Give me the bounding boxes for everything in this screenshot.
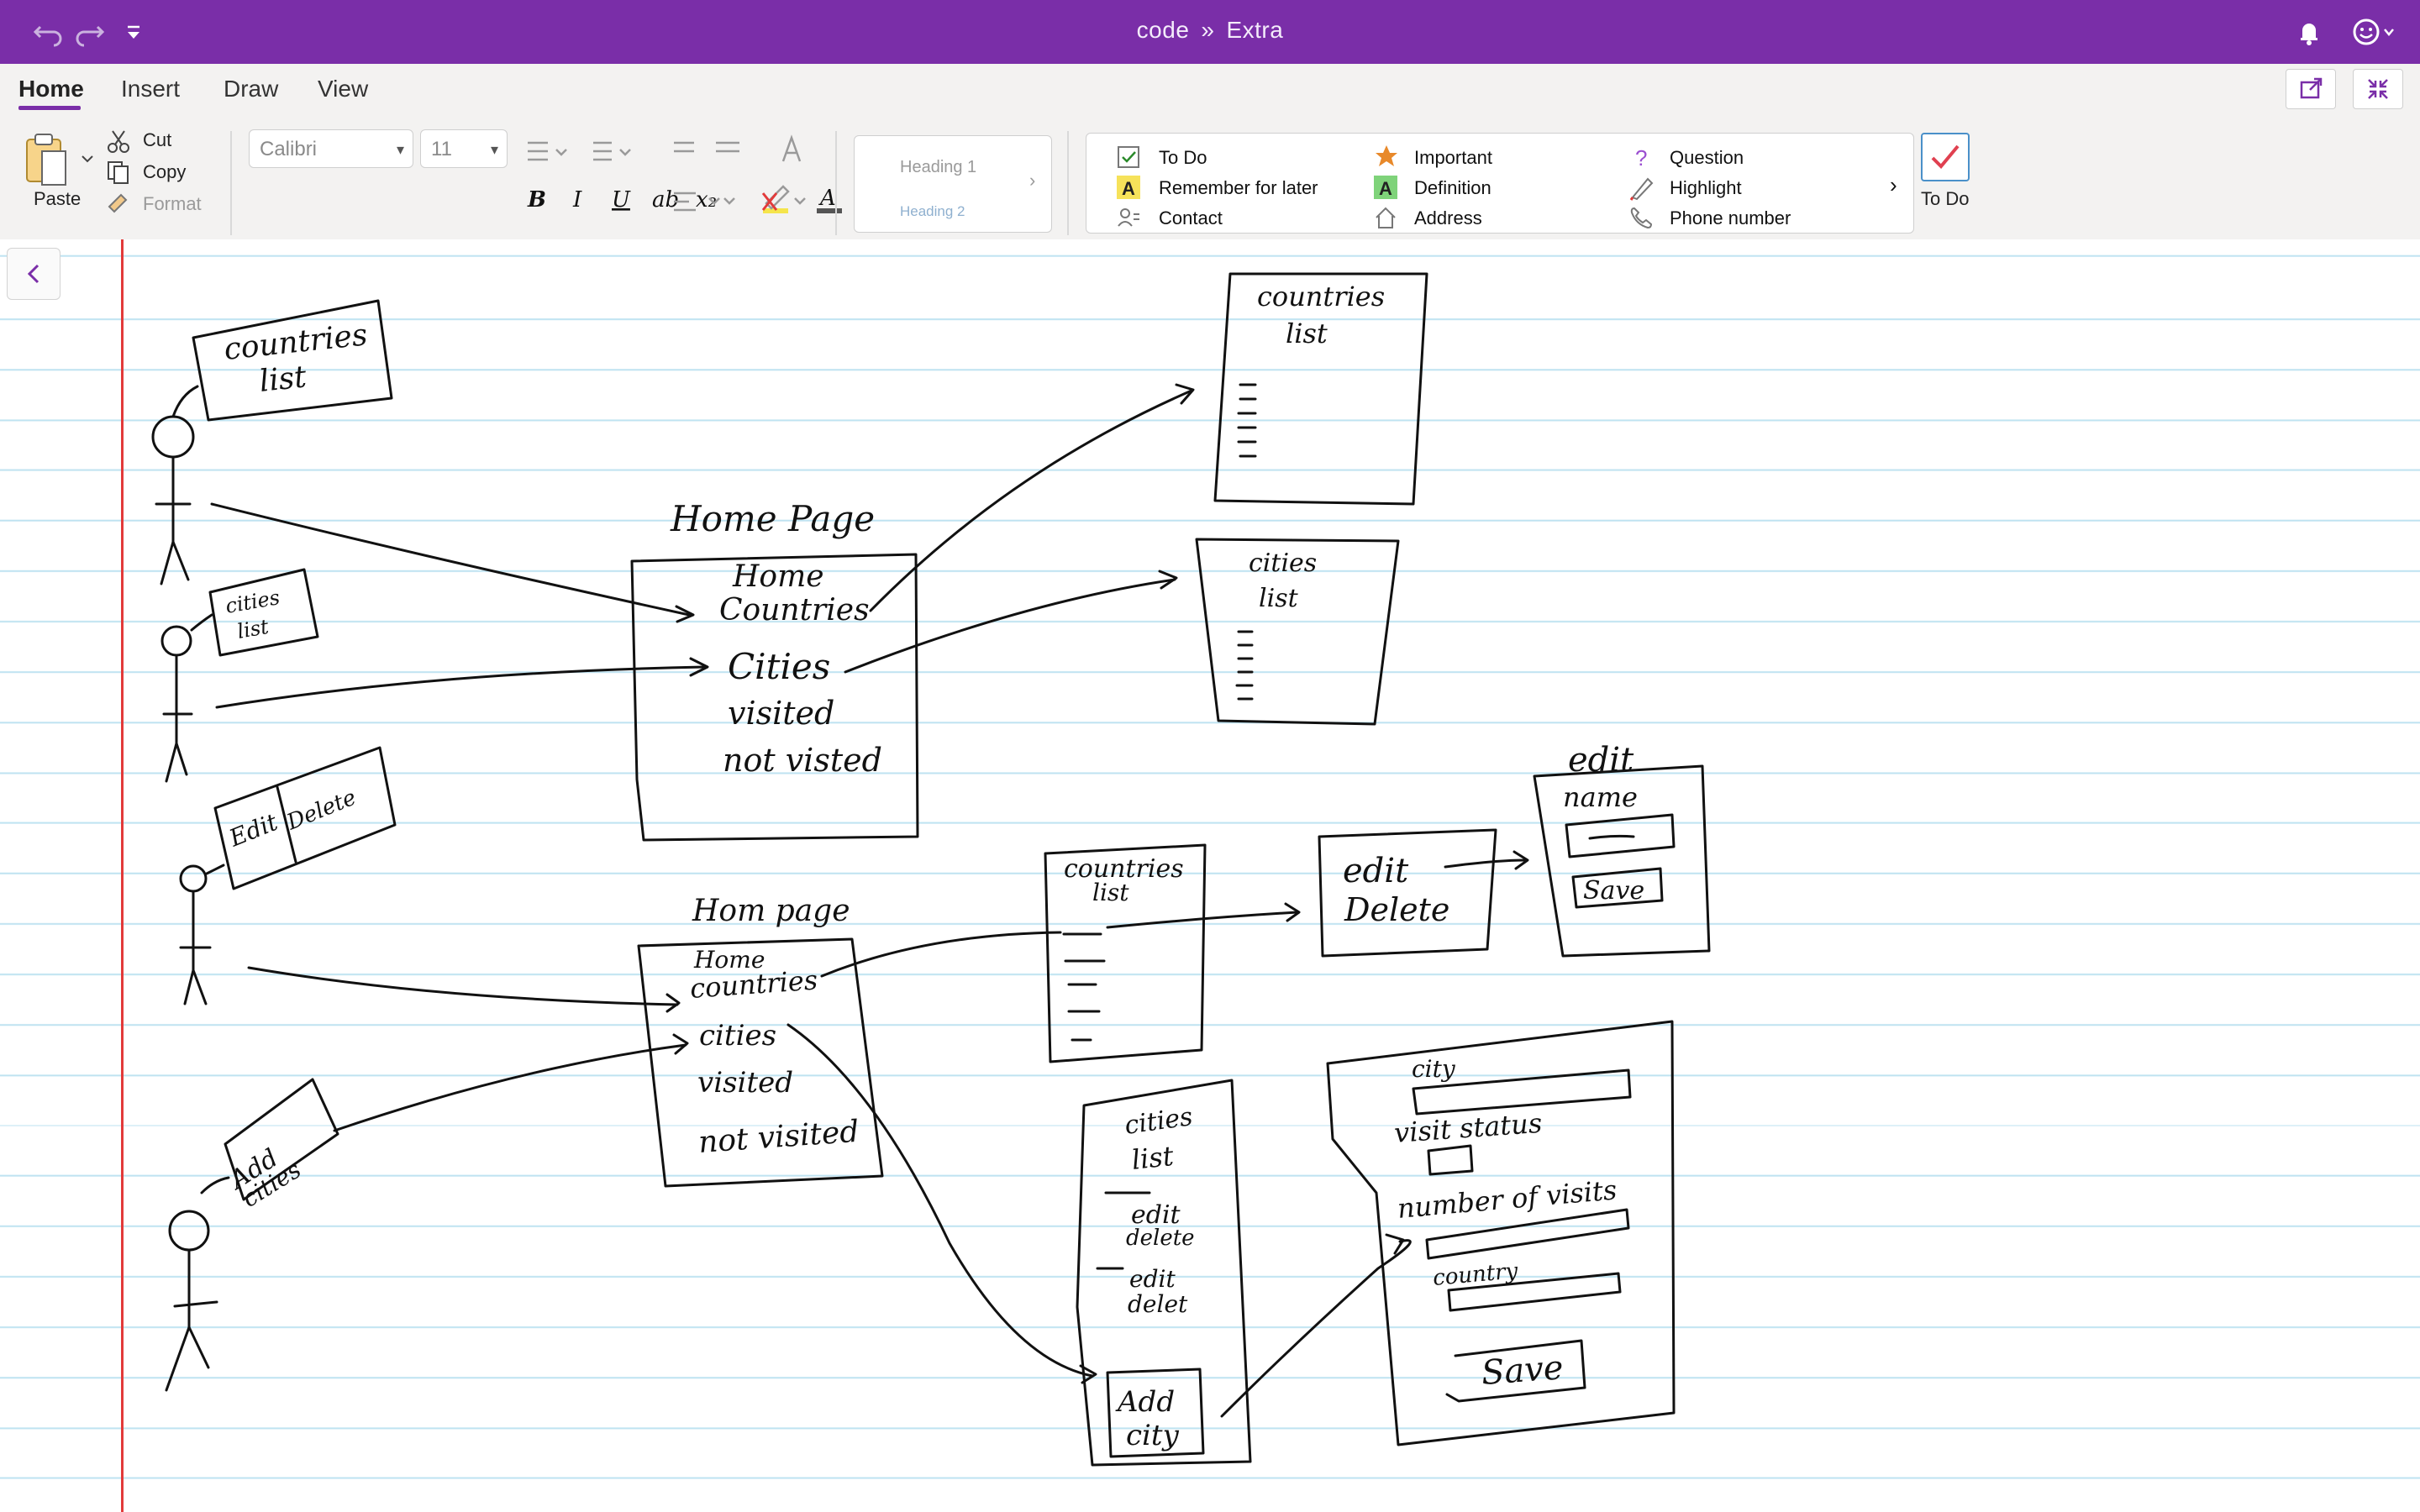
sketch-text: Cities bbox=[728, 646, 830, 687]
sketch-text: cities bbox=[699, 1019, 776, 1053]
sketch-text: country bbox=[1432, 1258, 1519, 1291]
sketch-text: city bbox=[1412, 1055, 1456, 1083]
sketch-text: list bbox=[235, 615, 271, 643]
sketch-text: edit bbox=[1343, 852, 1409, 890]
sketch-text: visited bbox=[728, 695, 834, 732]
sketch-text: edit bbox=[1568, 741, 1634, 780]
sketch-text: countries bbox=[223, 318, 370, 367]
sketch-text: cities bbox=[224, 585, 281, 618]
sketch-text: list bbox=[1286, 318, 1328, 349]
sketch-text: cities bbox=[1123, 1102, 1194, 1141]
sketch-text: cities bbox=[1249, 549, 1317, 578]
sketch-text: visited bbox=[697, 1066, 793, 1100]
sketch-text: Countries bbox=[719, 593, 870, 627]
add-city-label: Add bbox=[1115, 1385, 1175, 1419]
sketch-text: list bbox=[1130, 1140, 1176, 1176]
sketch-text: Home Page bbox=[670, 498, 875, 539]
sketch-text: list bbox=[258, 360, 308, 399]
sketch-text: countries bbox=[1257, 281, 1385, 312]
sketch-text: Delete bbox=[1344, 891, 1449, 928]
sketch-text: Hom page bbox=[692, 894, 850, 928]
sketch-text: delet bbox=[1128, 1290, 1188, 1318]
sketch-text: name bbox=[1563, 781, 1638, 813]
sketch-text: Edit bbox=[224, 808, 281, 853]
add-city-label: city bbox=[1126, 1419, 1180, 1452]
sketch-text: list bbox=[1259, 584, 1299, 613]
sketch-text: Save bbox=[1583, 876, 1644, 906]
sketch-text: edit bbox=[1129, 1265, 1176, 1293]
handwritten-sketch: countries list cities list Home Page Hom… bbox=[151, 272, 1711, 1467]
sketch-text: Save bbox=[1480, 1348, 1565, 1393]
sketch-text: not visited bbox=[697, 1115, 860, 1160]
sketch-text: Delete bbox=[282, 785, 360, 836]
sketch-text: Home bbox=[732, 559, 824, 594]
sketch-text: delete bbox=[1126, 1226, 1195, 1251]
sketch-text: list bbox=[1092, 879, 1129, 906]
sketch-text: not visted bbox=[723, 742, 882, 779]
